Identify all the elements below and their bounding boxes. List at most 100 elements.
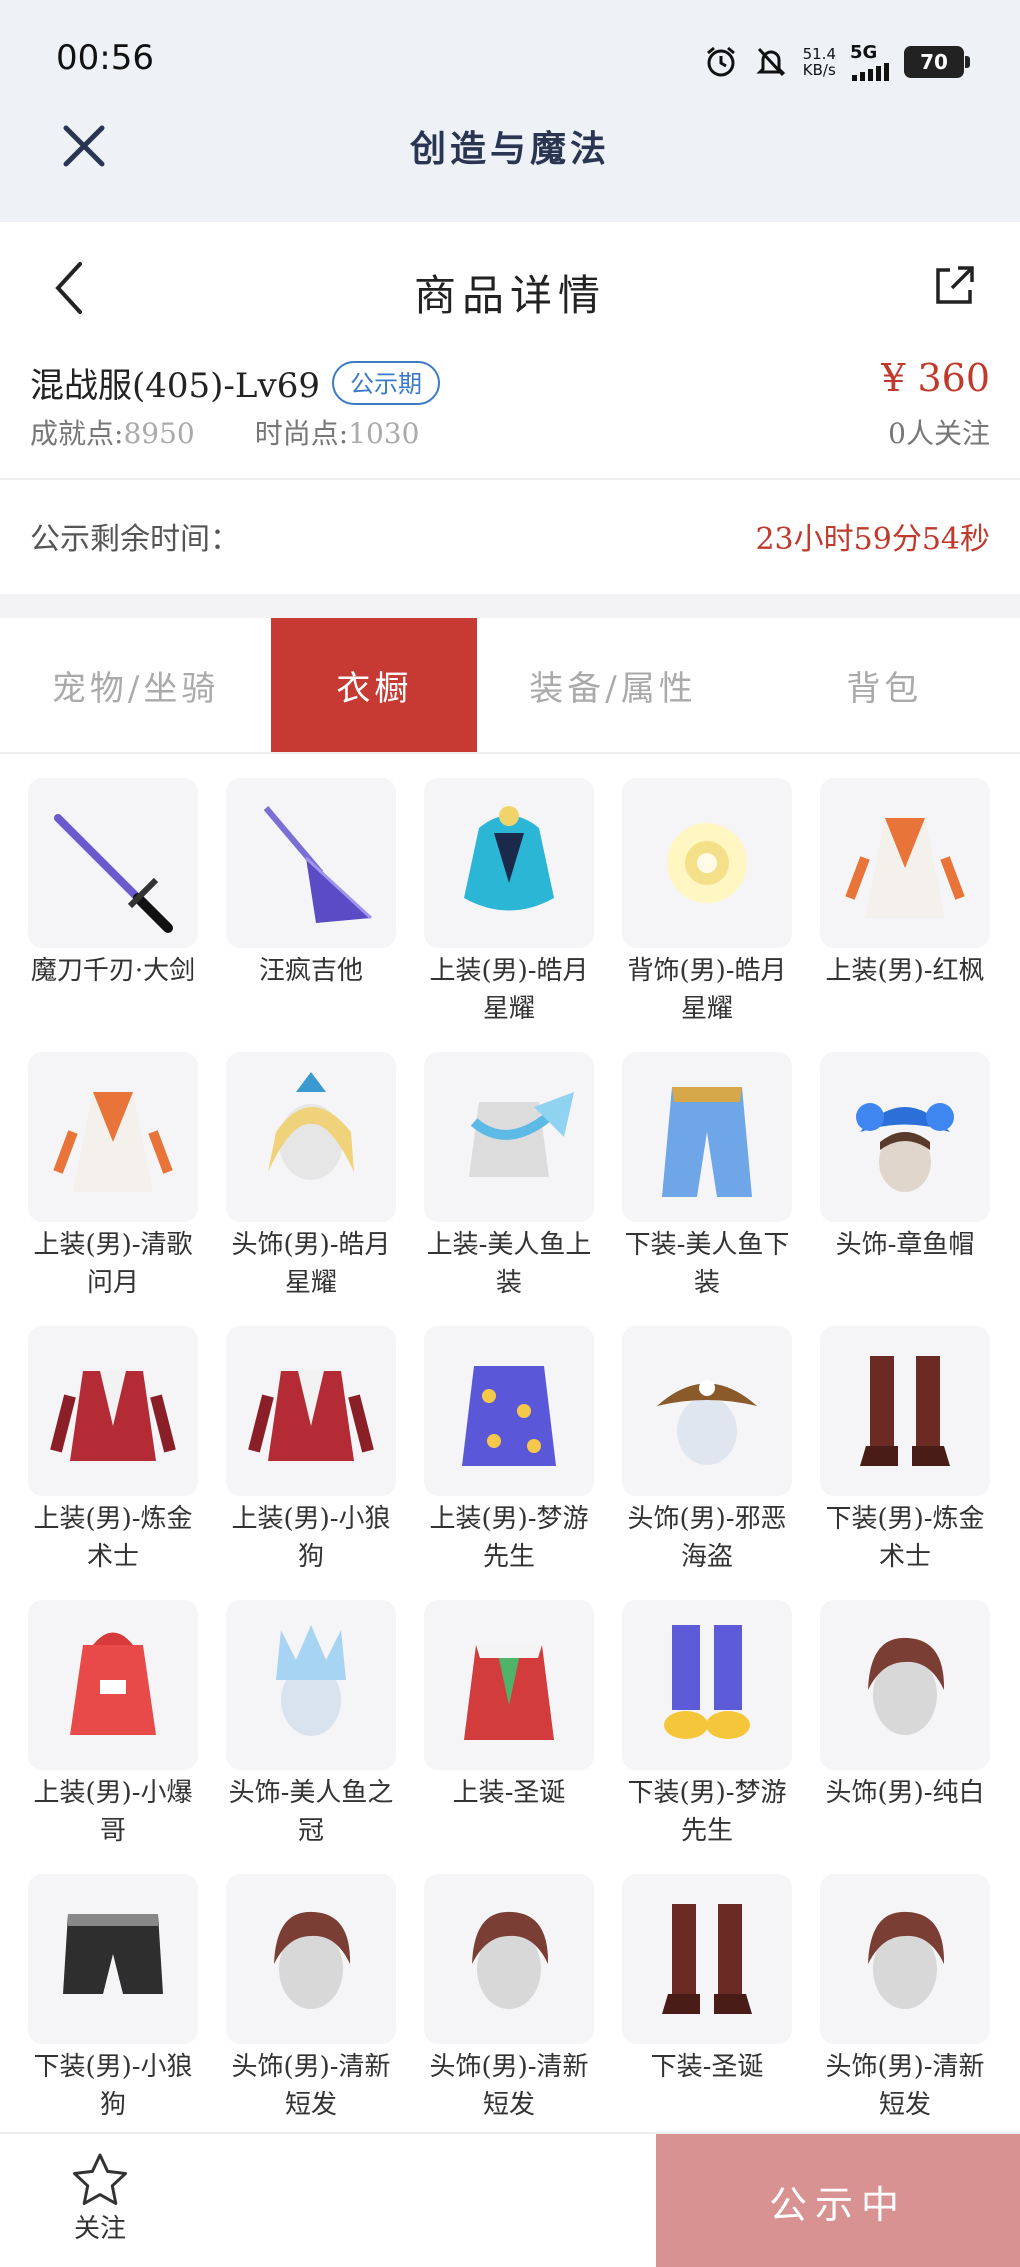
wardrobe-item-thumbnail	[28, 1326, 198, 1496]
follow-label: 关注	[73, 2214, 126, 2244]
countdown-row: 公示剩余时间： 23小时59分54秒	[0, 480, 1020, 594]
share-button[interactable]	[930, 262, 978, 310]
wardrobe-item-thumbnail	[226, 778, 396, 948]
wardrobe-item[interactable]: 头饰(男)-清新短发	[226, 1874, 396, 2126]
armor-icon	[464, 806, 554, 911]
robe-icon	[53, 1092, 173, 1192]
hair-icon	[868, 1637, 945, 1735]
product-name-row: 混战服(405)-Lv69 公示期	[30, 358, 440, 407]
star-icon	[73, 2153, 127, 2205]
battery-icon: 70	[904, 45, 970, 78]
wardrobe-item[interactable]: 上装(男)-皓月星耀	[424, 778, 594, 1030]
crown-icon	[276, 1625, 346, 1736]
wardrobe-item[interactable]: 下装-美人鱼下装	[622, 1052, 792, 1304]
wardrobe-item-thumbnail	[226, 1326, 396, 1496]
wardrobe-item-name: 魔刀千刃·大剑	[30, 956, 196, 986]
wardrobe-item[interactable]: 下装(男)-小狼狗	[28, 1874, 198, 2126]
hair-icon	[274, 1911, 351, 2009]
status-icons: 51.4 KB/s 5G 70	[703, 42, 970, 81]
wardrobe-item[interactable]: 头饰(男)-皓月星耀	[226, 1052, 396, 1304]
wardrobe-item-name: 头饰(男)-邪恶海盗	[627, 1504, 787, 1572]
wardrobe-item[interactable]: 下装(男)-炼金术士	[820, 1326, 990, 1578]
wardrobe-item[interactable]: 头饰(男)-纯白	[820, 1600, 990, 1852]
section-divider	[0, 594, 1020, 618]
wardrobe-item-thumbnail	[28, 778, 198, 948]
wardrobe-item[interactable]: 头饰(男)-清新短发	[424, 1874, 594, 2126]
wardrobe-item-name: 上装(男)-红枫	[825, 956, 985, 986]
jacket-icon	[248, 1371, 374, 1461]
wardrobe-item-thumbnail	[226, 1874, 396, 2044]
achievement-value: 8950	[123, 417, 195, 450]
wardrobe-item-name: 头饰(男)-清新短发	[429, 2052, 589, 2120]
wardrobe-item-name: 上装(男)-皓月星耀	[429, 956, 589, 1024]
achievement-points: 成就点:8950	[30, 412, 195, 452]
wardrobe-item-thumbnail	[622, 1600, 792, 1770]
wardrobe-item[interactable]: 背饰(男)-皓月星耀	[622, 778, 792, 1030]
tab-pets-mounts[interactable]: 宠物/坐骑	[0, 618, 271, 752]
network-type: 5G	[850, 42, 878, 63]
pirate-hat-icon	[657, 1380, 757, 1465]
wardrobe-item-name: 下装-圣诞	[650, 2052, 764, 2082]
wardrobe-item-name: 下装(男)-炼金术士	[825, 1504, 985, 1572]
wardrobe-item[interactable]: 头饰-美人鱼之冠	[226, 1600, 396, 1852]
follow-button[interactable]: 关注	[58, 2152, 142, 2245]
wardrobe-item[interactable]: 头饰-章鱼帽	[820, 1052, 990, 1304]
wardrobe-item-thumbnail	[28, 1874, 198, 2044]
wardrobe-item[interactable]: 下装(男)-梦游先生	[622, 1600, 792, 1852]
wardrobe-item-name: 上装-圣诞	[452, 1778, 566, 1808]
wardrobe-item[interactable]: 汪疯吉他	[226, 778, 396, 1030]
wardrobe-item[interactable]: 魔刀千刃·大剑	[28, 778, 198, 1030]
product-price: ¥ 360	[881, 356, 990, 400]
guitar-icon	[263, 806, 373, 923]
wardrobe-item-name: 上装(男)-清歌问月	[33, 1230, 193, 1298]
wardrobe-item-name: 头饰(男)-皓月星耀	[231, 1230, 391, 1298]
wardrobe-item-name: 背饰(男)-皓月星耀	[627, 956, 787, 1024]
wardrobe-item[interactable]: 下装-圣诞	[622, 1874, 792, 2126]
wardrobe-item[interactable]: 头饰(男)-清新短发	[820, 1874, 990, 2126]
wardrobe-item[interactable]: 上装(男)-炼金术士	[28, 1326, 198, 1578]
net-speed: 51.4 KB/s	[803, 46, 836, 78]
wardrobe-item-thumbnail	[622, 1326, 792, 1496]
wardrobe-item[interactable]: 上装(男)-梦游先生	[424, 1326, 594, 1578]
sword-icon	[54, 814, 173, 933]
follower-count: 0人关注	[888, 417, 990, 450]
wardrobe-item-name: 头饰(男)-清新短发	[231, 2052, 391, 2120]
wardrobe-item-thumbnail	[820, 1052, 990, 1222]
wardrobe-item-thumbnail	[28, 1052, 198, 1222]
bottom-bar: 关注 公示中	[0, 2132, 1020, 2267]
net-speed-value: 51.4	[802, 44, 836, 63]
wardrobe-item-name: 下装-美人鱼下装	[624, 1230, 790, 1298]
share-icon	[936, 266, 974, 304]
product-info: 混战服(405)-Lv69 公示期 ¥ 360 成就点:8950 时尚点:103…	[0, 352, 1020, 480]
wardrobe-item-name: 头饰(男)-纯白	[825, 1778, 985, 1808]
slippers-icon	[664, 1625, 750, 1739]
wardrobe-item[interactable]: 上装-圣诞	[424, 1600, 594, 1852]
app-title: 创造与魔法	[409, 128, 610, 170]
tab-equipment[interactable]: 装备/属性	[477, 618, 748, 752]
tab-wardrobe[interactable]: 衣橱	[271, 618, 478, 752]
wardrobe-item-thumbnail	[820, 1600, 990, 1770]
wardrobe-item-name: 下装(男)-梦游先生	[627, 1778, 787, 1846]
wardrobe-item-thumbnail	[226, 1052, 396, 1222]
wardrobe-item-thumbnail	[226, 1600, 396, 1770]
tab-backpack[interactable]: 背包	[749, 618, 1020, 752]
boots-icon	[662, 1904, 752, 2014]
fashion-label: 时尚点:	[254, 417, 349, 450]
fashion-points: 时尚点:1030	[255, 412, 420, 452]
wardrobe-item-name: 头饰-章鱼帽	[835, 1230, 975, 1260]
signal-group: 5G	[850, 42, 890, 81]
wardrobe-item[interactable]: 头饰(男)-邪恶海盗	[622, 1326, 792, 1578]
wardrobe-item[interactable]: 上装(男)-小爆哥	[28, 1600, 198, 1852]
tab-bar: 宠物/坐骑 衣橱 装备/属性 背包	[0, 618, 1020, 754]
wardrobe-item[interactable]: 上装(男)-红枫	[820, 778, 990, 1030]
coat-icon	[464, 1645, 554, 1740]
wardrobe-item-thumbnail	[424, 1052, 594, 1222]
wardrobe-item-name: 汪疯吉他	[258, 956, 363, 986]
wardrobe-item-thumbnail	[622, 778, 792, 948]
wardrobe-item-name: 上装(男)-炼金术士	[33, 1504, 193, 1572]
wardrobe-item[interactable]: 上装-美人鱼上装	[424, 1052, 594, 1304]
wardrobe-item[interactable]: 上装(男)-小狼狗	[226, 1326, 396, 1578]
publicity-status-button[interactable]: 公示中	[656, 2134, 1020, 2267]
wardrobe-item[interactable]: 上装(男)-清歌问月	[28, 1052, 198, 1304]
hair-icon	[472, 1911, 549, 2009]
